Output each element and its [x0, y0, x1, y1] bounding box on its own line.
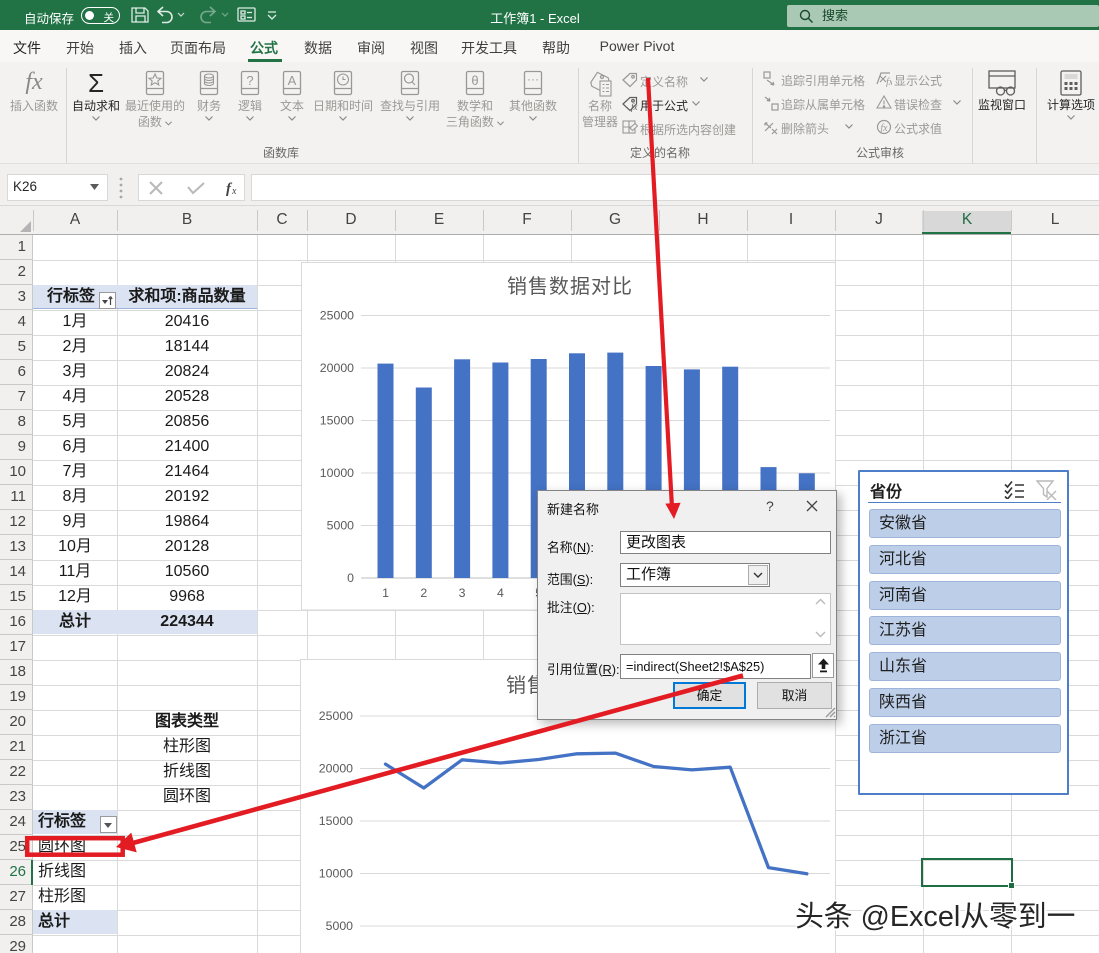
- svg-text:5000: 5000: [326, 919, 354, 933]
- svg-text:10000: 10000: [320, 466, 354, 480]
- svg-text:销售数据对比: 销售数据对比: [507, 275, 633, 298]
- svg-text:Σ: Σ: [88, 70, 104, 97]
- svg-text:5000: 5000: [327, 519, 355, 533]
- svg-text:4: 4: [497, 586, 504, 600]
- svg-text:15000: 15000: [320, 414, 354, 428]
- svg-text:fx: fx: [631, 102, 638, 112]
- svg-text:θ: θ: [471, 73, 478, 88]
- svg-text:fx: fx: [25, 70, 43, 95]
- svg-text:fx: fx: [886, 77, 892, 87]
- svg-text:?: ?: [246, 73, 253, 88]
- svg-text:2: 2: [420, 586, 427, 600]
- svg-text:···: ···: [527, 72, 539, 86]
- svg-text:10000: 10000: [319, 867, 353, 881]
- svg-text:x: x: [231, 186, 237, 196]
- svg-text:25000: 25000: [320, 309, 354, 323]
- svg-text:25000: 25000: [319, 709, 353, 723]
- svg-text:fx: fx: [880, 123, 888, 134]
- svg-text:20000: 20000: [319, 762, 353, 776]
- svg-text:3: 3: [459, 586, 466, 600]
- svg-text:0: 0: [347, 571, 354, 585]
- svg-text:1: 1: [382, 586, 389, 600]
- svg-text:A: A: [288, 73, 297, 88]
- svg-text:20000: 20000: [320, 361, 354, 375]
- svg-text:15000: 15000: [319, 814, 353, 828]
